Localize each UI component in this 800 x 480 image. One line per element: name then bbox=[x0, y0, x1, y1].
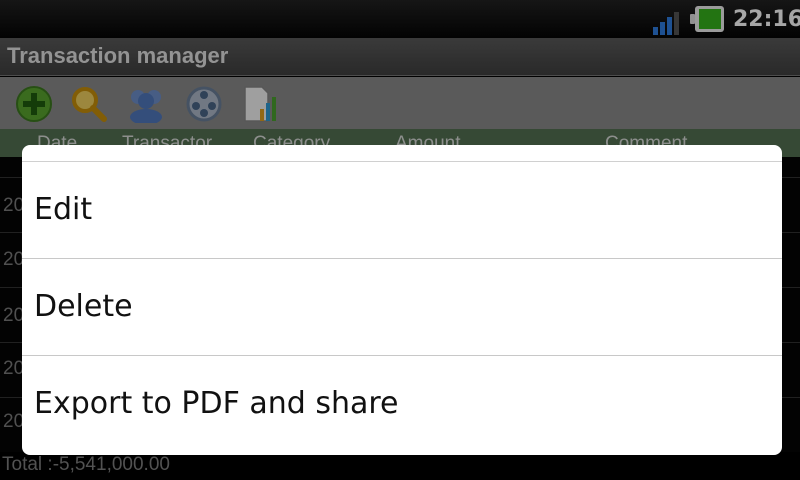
menu-item-export-pdf-share[interactable]: Export to PDF and share bbox=[22, 356, 782, 453]
context-menu-dialog: Edit Delete Export to PDF and share bbox=[22, 145, 782, 455]
menu-item-label: Delete bbox=[34, 289, 133, 324]
menu-item-edit[interactable]: Edit bbox=[22, 162, 782, 259]
menu-item-label: Export to PDF and share bbox=[34, 386, 399, 421]
menu-item-delete[interactable]: Delete bbox=[22, 259, 782, 356]
menu-item-label: Edit bbox=[34, 192, 93, 227]
